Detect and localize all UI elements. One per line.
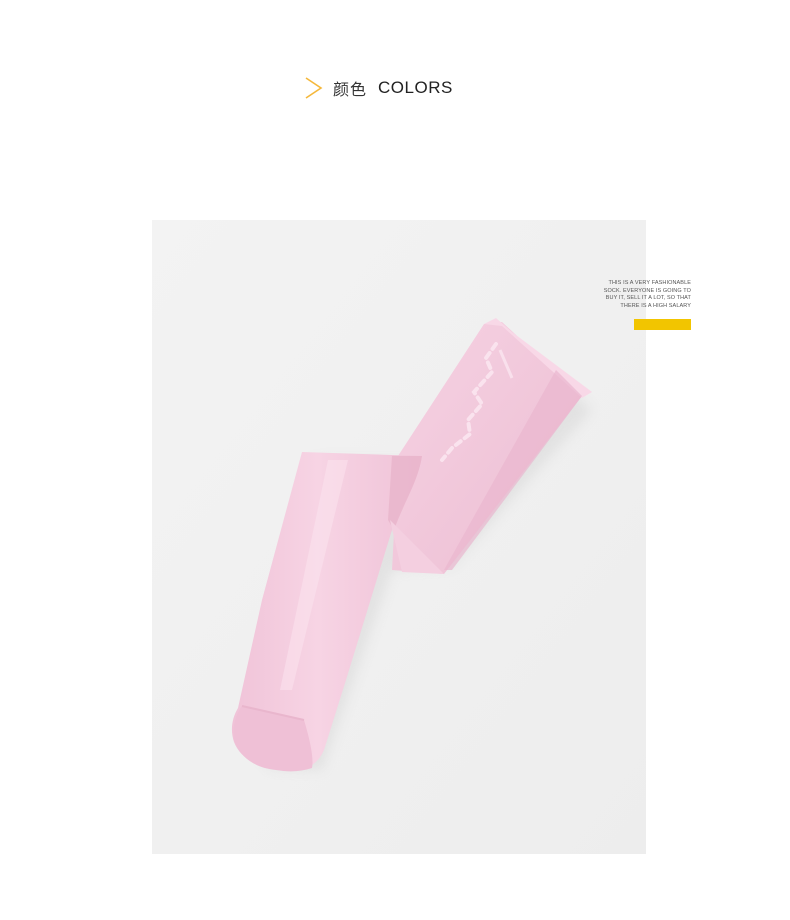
chevron-right-icon (305, 77, 323, 99)
caption-line: BUY IT, SELL IT A LOT, SO THAT (605, 295, 691, 301)
promo-caption: THIS IS A VERY FASHIONABLE SOCK. EVERYON… (560, 280, 691, 310)
pink-tights-image (152, 220, 646, 854)
caption-line: SOCK. EVERYONE IS GOING TO (603, 287, 691, 294)
section-title-cn: 颜色 (333, 80, 368, 99)
caption-line: THERE IS A HIGH SALARY (620, 302, 691, 309)
section-title-en: COLORS (378, 78, 453, 97)
caption-line: THIS IS A VERY FASHIONABLE (608, 280, 691, 286)
section-header: 颜色 COLORS (303, 74, 453, 102)
product-photo (152, 220, 646, 854)
yellow-accent-bar (634, 319, 691, 330)
